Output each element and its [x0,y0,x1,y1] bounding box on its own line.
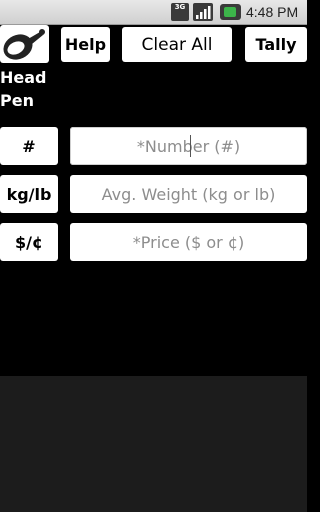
price-field[interactable]: *Price ($ or ¢) [70,223,307,261]
pen-label-line2: Pen [0,91,34,110]
status-bar: 3G 4:48 PM [0,0,307,25]
3g-icon: 3G [171,3,189,21]
lower-panel [0,376,307,512]
pen-label-line1: Head [0,68,47,87]
price-unit-label: $/¢ [0,223,58,261]
clear-all-button[interactable]: Clear All [122,27,232,62]
number-field[interactable]: *Number (#) [70,127,307,165]
battery-charging-icon [220,4,241,20]
ham-icon-graphic [3,29,45,60]
signal-icon [193,3,213,21]
text-cursor [190,135,191,157]
weight-field[interactable]: Avg. Weight (kg or lb) [70,175,307,213]
tally-button[interactable]: Tally [245,27,307,62]
pen-label: Head Pen [0,66,60,112]
help-button[interactable]: Help [61,27,110,62]
ham-icon[interactable] [0,25,49,63]
weight-unit-label: kg/lb [0,175,58,213]
number-unit-label: # [0,127,58,165]
network-type-label: 3G [174,3,186,11]
status-time: 4:48 PM [246,4,299,20]
